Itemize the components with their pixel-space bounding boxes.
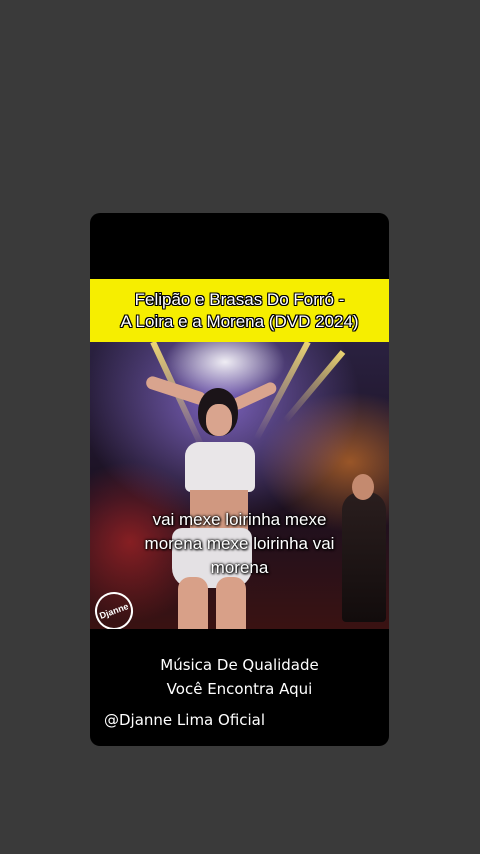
lyrics-caption: vai mexe loirinha mexe morena mexe loiri… xyxy=(110,508,369,580)
story-card: Felipão e Brasas Do Forró - A Loira e a … xyxy=(90,213,389,746)
lyric-line-3: morena xyxy=(210,558,269,577)
lyric-line-1: vai mexe loirinha mexe xyxy=(152,510,327,529)
footer-line-2: Você Encontra Aqui xyxy=(166,680,313,698)
stage-light-beam xyxy=(282,350,346,423)
watermark-logo: Djanne xyxy=(90,586,139,629)
dancer-top xyxy=(185,442,255,492)
footer-line-1: Música De Qualidade xyxy=(160,656,319,674)
dancer-leg xyxy=(178,577,208,629)
lyric-line-2: morena mexe loirinha vai xyxy=(144,534,335,553)
dancer-arm xyxy=(144,374,208,407)
watermark-text: Djanne xyxy=(98,601,130,621)
video-frame[interactable]: Djanne xyxy=(90,342,389,629)
title-banner: Felipão e Brasas Do Forró - A Loira e a … xyxy=(90,279,389,342)
dancer-leg xyxy=(216,577,246,629)
channel-handle[interactable]: @Djanne Lima Oficial xyxy=(104,709,265,731)
title-line-1: Felipão e Brasas Do Forró - xyxy=(134,289,345,309)
footer-caption: Música De Qualidade Você Encontra Aqui xyxy=(90,653,389,701)
title-line-2: A Loira e a Morena (DVD 2024) xyxy=(120,311,359,331)
dancer-face xyxy=(206,404,232,436)
band-member-head xyxy=(352,474,374,500)
